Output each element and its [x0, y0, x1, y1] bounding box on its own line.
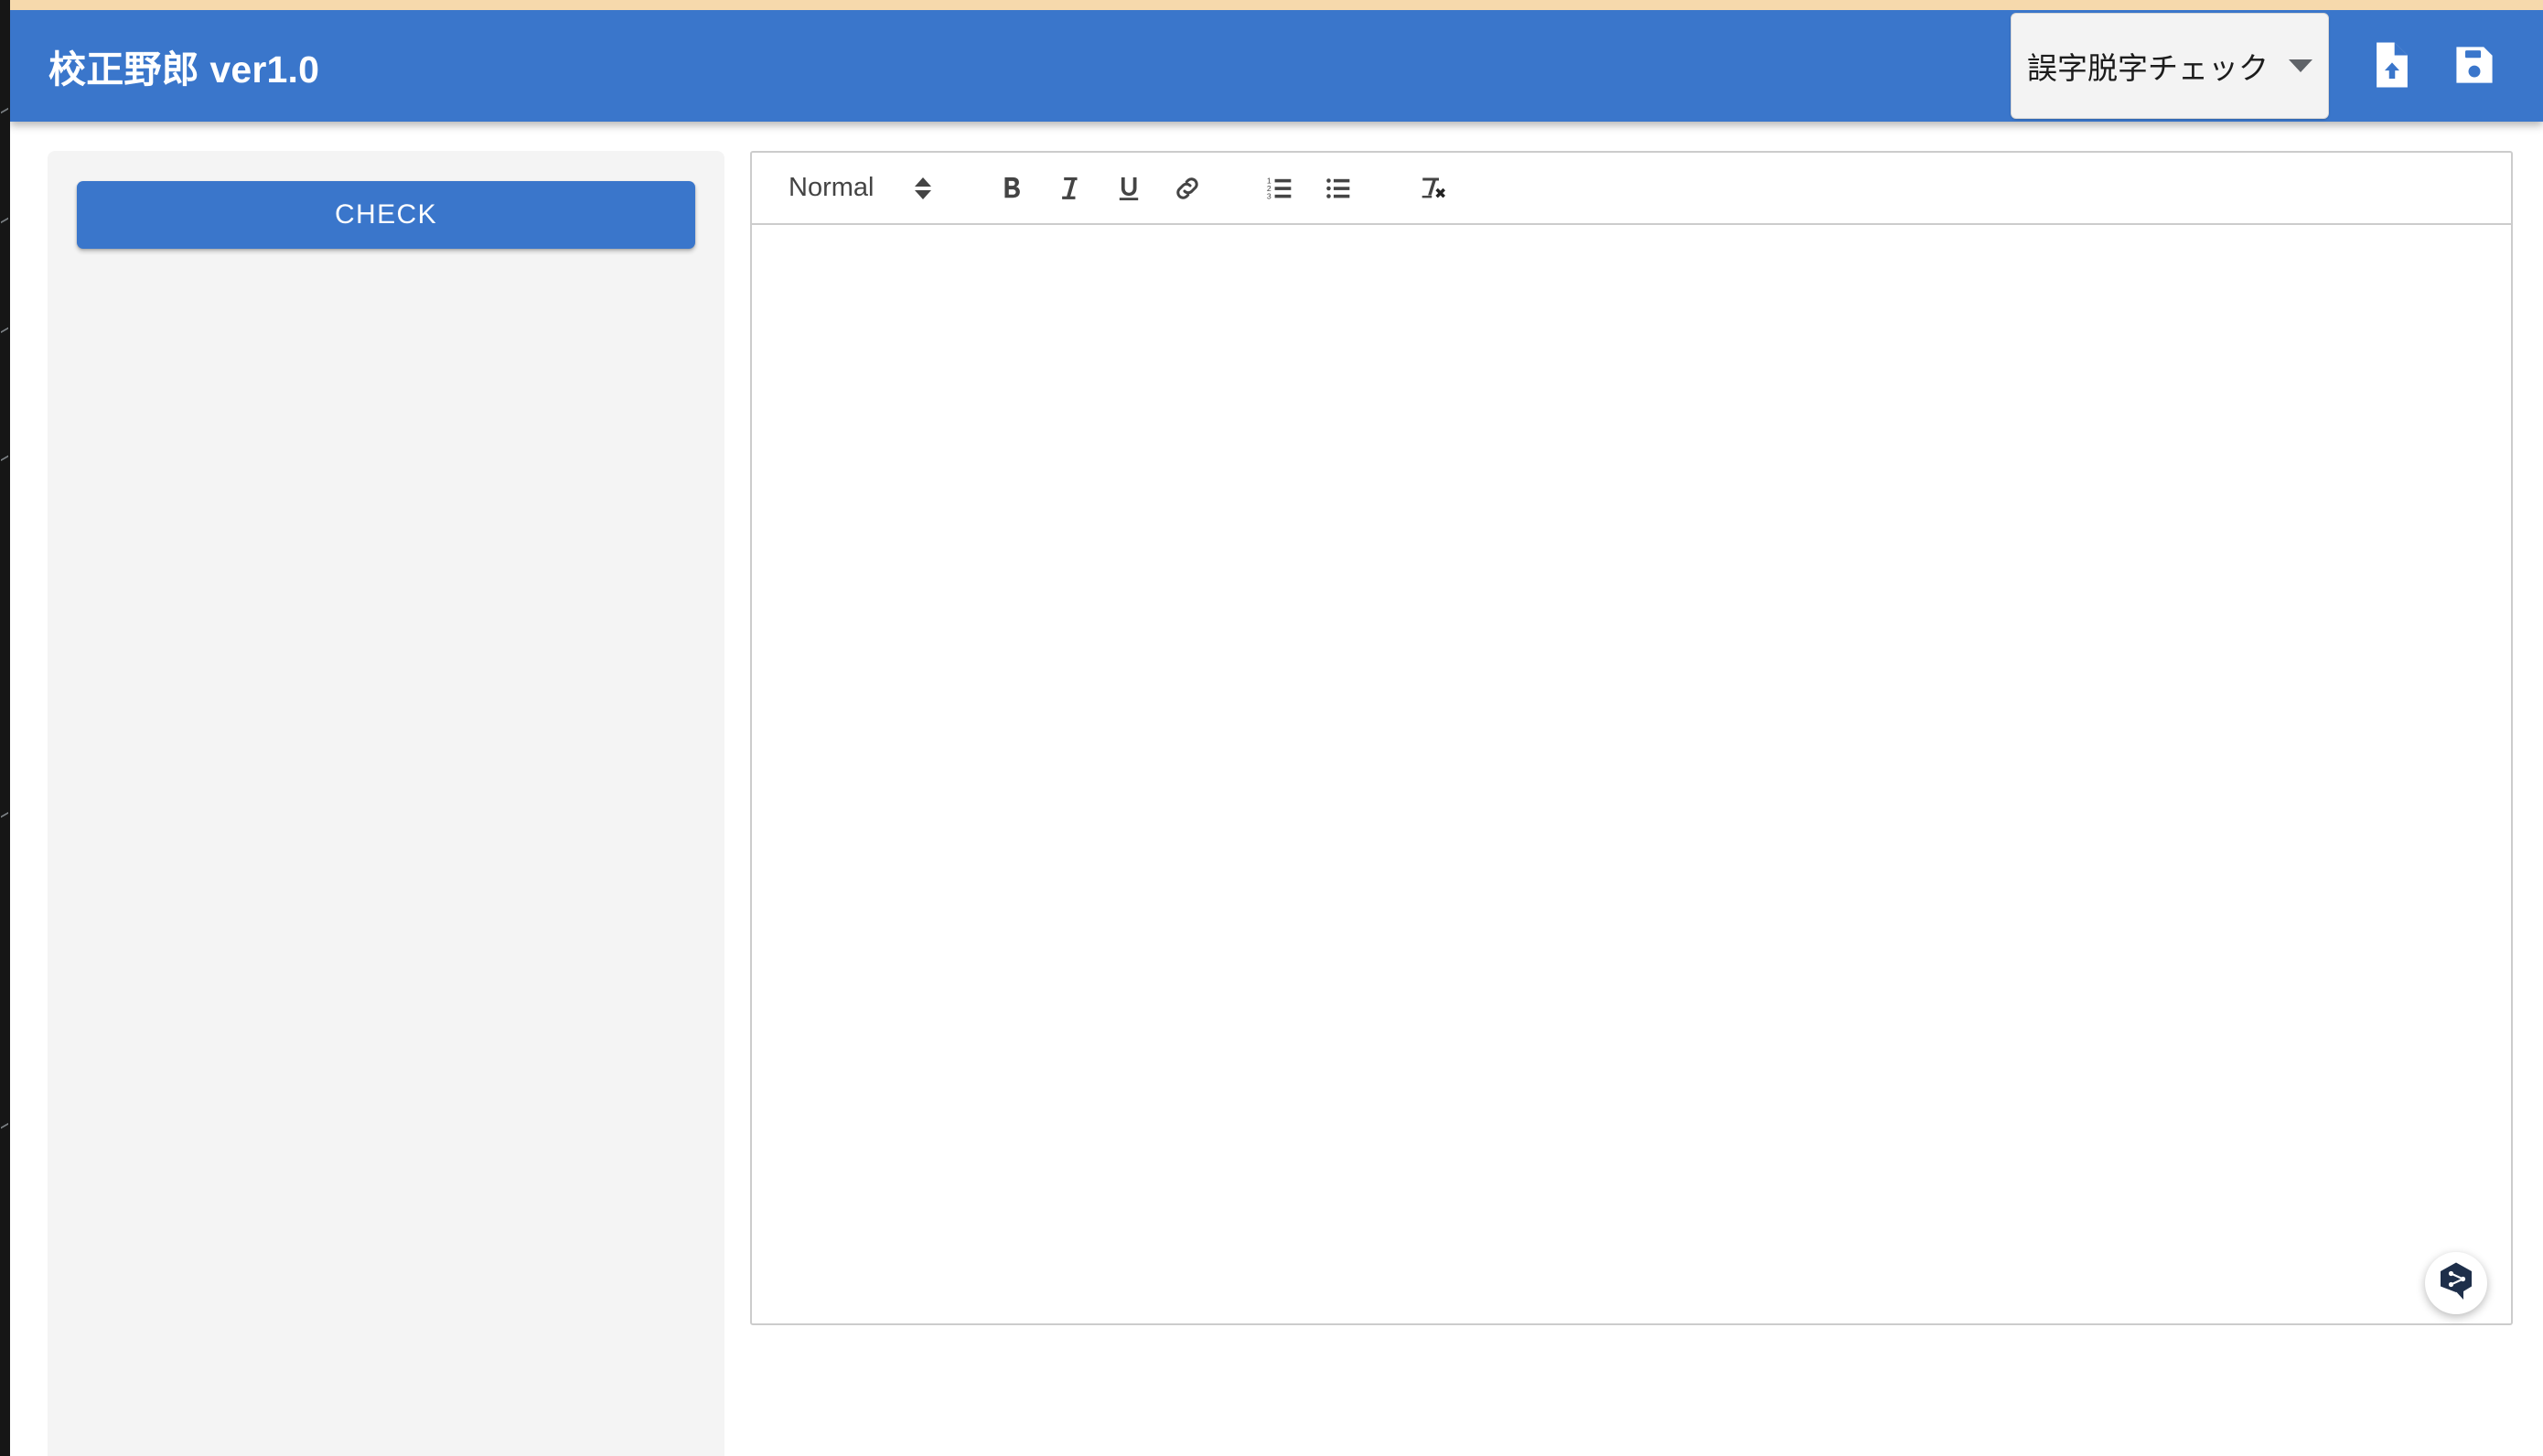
link-button[interactable]	[1162, 163, 1213, 214]
mode-select-label: 誤字脱字チェック	[2027, 50, 2269, 86]
editor-text-area[interactable]	[752, 225, 2511, 1323]
bold-button[interactable]	[986, 163, 1037, 214]
node-graph-hexagon-icon	[2436, 1260, 2476, 1307]
file-upload-icon	[2371, 40, 2413, 92]
updown-arrows-icon	[915, 177, 932, 199]
browser-left-strip	[0, 0, 10, 1456]
bold-icon	[996, 173, 1027, 204]
ordered-list-icon: 1 2 3	[1265, 173, 1296, 204]
header-format-picker-label: Normal	[789, 173, 874, 202]
underline-button[interactable]	[1103, 163, 1154, 214]
chevron-down-icon	[2289, 59, 2312, 72]
sidebar-panel: CHECK	[48, 151, 724, 1456]
editor-container: Normal 1 2 3	[750, 151, 2513, 1325]
clear-format-icon	[1417, 173, 1448, 204]
save-icon	[2452, 42, 2497, 91]
main-content: CHECK Normal 1 2 3	[10, 122, 2543, 1456]
ordered-list-button[interactable]: 1 2 3	[1255, 163, 1306, 214]
italic-icon	[1055, 173, 1086, 204]
file-upload-button[interactable]	[2351, 25, 2433, 107]
header-actions: 誤字脱字チェック	[2011, 13, 2543, 119]
browser-top-strip	[0, 0, 2543, 10]
mode-select-dropdown[interactable]: 誤字脱字チェック	[2011, 13, 2329, 119]
helper-widget-button[interactable]	[2425, 1252, 2487, 1314]
header-format-picker[interactable]: Normal	[781, 173, 939, 203]
page-title: 校正野郎 ver1.0	[48, 48, 320, 91]
link-icon	[1172, 173, 1203, 204]
editor-toolbar: Normal 1 2 3	[752, 153, 2511, 225]
check-button[interactable]: CHECK	[77, 181, 695, 249]
italic-button[interactable]	[1045, 163, 1096, 214]
clear-format-button[interactable]	[1407, 163, 1458, 214]
save-button[interactable]	[2433, 25, 2516, 107]
bullet-list-icon	[1324, 173, 1355, 204]
bullet-list-button[interactable]	[1314, 163, 1365, 214]
app-header: 校正野郎 ver1.0 誤字脱字チェック	[10, 10, 2543, 122]
svg-text:3: 3	[1267, 191, 1272, 200]
underline-icon	[1113, 173, 1144, 204]
